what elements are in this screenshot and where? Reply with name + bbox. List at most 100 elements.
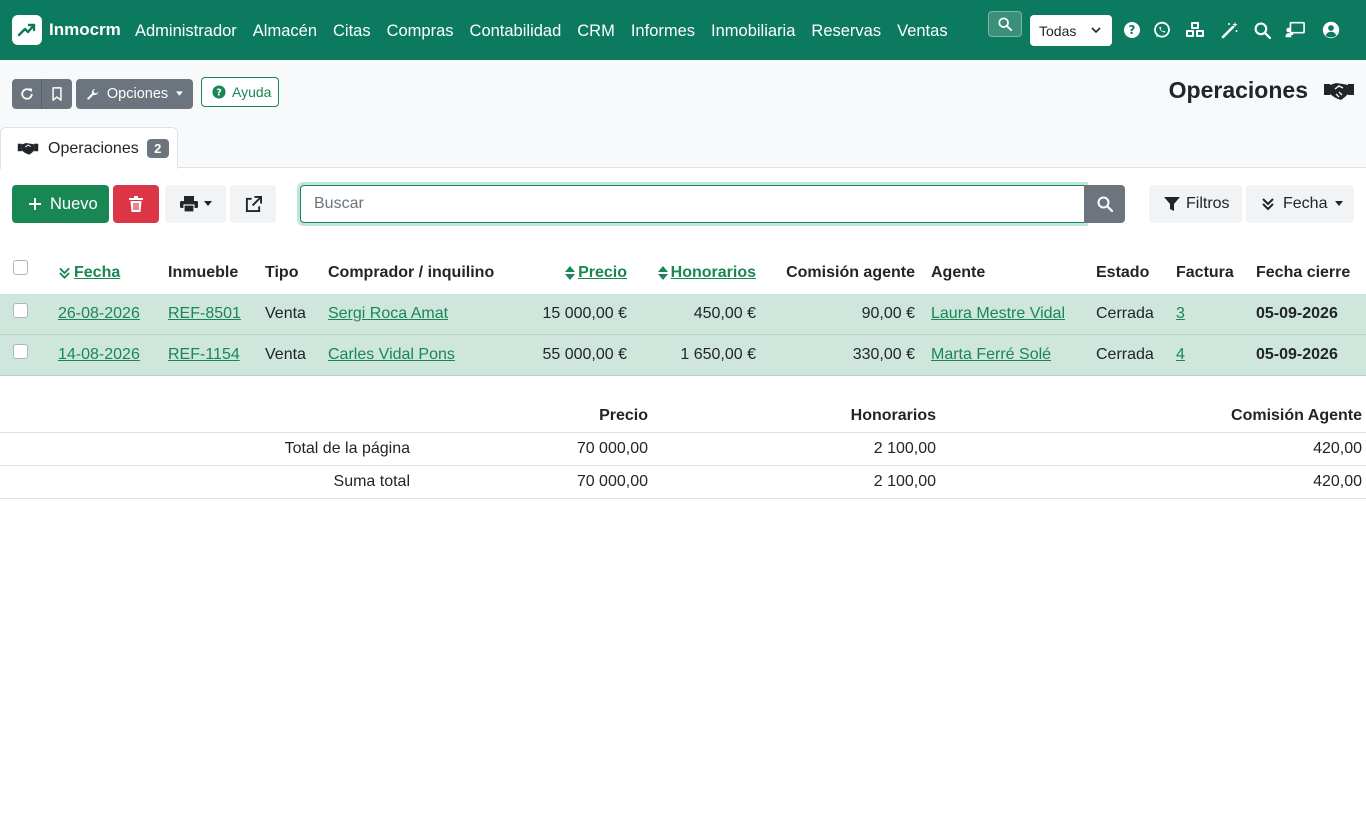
cell-comision: 90,00 € bbox=[861, 305, 915, 322]
totals-page-honorarios: 2 100,00 bbox=[873, 440, 936, 457]
cell-factura-link[interactable]: 4 bbox=[1176, 346, 1185, 364]
options-label: Opciones bbox=[106, 86, 169, 102]
totals-table: Precio Honorarios Comisión Agente Total … bbox=[0, 399, 1366, 499]
column-header-agente: Agente bbox=[931, 264, 986, 281]
handshake-icon bbox=[17, 143, 39, 155]
sort-icon bbox=[565, 266, 576, 280]
filters-label: Filtros bbox=[1186, 195, 1230, 212]
caret-down-icon bbox=[203, 201, 212, 206]
main-menu: Administrador Almacén Citas Compras Cont… bbox=[127, 22, 956, 41]
reload-icon bbox=[20, 88, 33, 100]
search-icon[interactable] bbox=[1252, 20, 1272, 40]
totals-header: Precio Honorarios Comisión Agente bbox=[0, 399, 1366, 433]
totals-header-honorarios: Honorarios bbox=[850, 406, 936, 424]
whatsapp-icon[interactable] bbox=[1152, 20, 1172, 40]
svg-text:?: ? bbox=[216, 88, 222, 99]
totals-grand-comision: 420,00 bbox=[1313, 473, 1362, 490]
reload-button[interactable] bbox=[12, 79, 42, 109]
menu-item-almacen[interactable]: Almacén bbox=[245, 22, 325, 41]
page-title: Operaciones bbox=[1168, 77, 1308, 103]
cell-estado: Cerrada bbox=[1096, 305, 1154, 322]
open-external-button[interactable] bbox=[230, 185, 276, 223]
cell-precio: 55 000,00 € bbox=[542, 346, 627, 363]
cell-inmueble-link[interactable]: REF-8501 bbox=[168, 305, 241, 323]
menu-item-crm[interactable]: CRM bbox=[569, 22, 623, 41]
menu-item-contabilidad[interactable]: Contabilidad bbox=[462, 22, 570, 41]
cell-tipo: Venta bbox=[265, 346, 306, 363]
trash-icon bbox=[129, 196, 143, 212]
column-header-precio[interactable]: Precio bbox=[520, 252, 627, 294]
cell-fecha-cierre: 05-09-2026 bbox=[1256, 305, 1338, 322]
column-header-tipo: Tipo bbox=[265, 264, 299, 281]
cell-comprador-link[interactable]: Sergi Roca Amat bbox=[328, 305, 448, 323]
totals-page-precio: 70 000,00 bbox=[576, 440, 648, 457]
caret-down-icon bbox=[176, 91, 183, 96]
cell-factura-link[interactable]: 3 bbox=[1176, 305, 1185, 323]
navbar-search-button[interactable] bbox=[988, 11, 1022, 37]
column-header-fecha-cierre: Fecha cierre bbox=[1256, 264, 1351, 281]
angles-down-icon bbox=[58, 266, 71, 280]
menu-item-informes[interactable]: Informes bbox=[623, 22, 703, 41]
company-select[interactable]: Todas bbox=[1030, 15, 1112, 46]
chalkboard-user-icon[interactable] bbox=[1285, 20, 1305, 40]
menu-item-ventas[interactable]: Ventas bbox=[889, 22, 955, 41]
cell-comprador-link[interactable]: Carles Vidal Pons bbox=[328, 346, 455, 364]
company-select-value: Todas bbox=[1039, 22, 1077, 39]
print-button[interactable] bbox=[165, 185, 226, 223]
page-header: Opciones ? Ayuda Operaciones Operaciones… bbox=[0, 60, 1366, 169]
search-icon bbox=[1097, 196, 1113, 212]
totals-header-comision: Comisión Agente bbox=[1231, 406, 1362, 424]
row-checkbox[interactable] bbox=[13, 331, 28, 371]
sort-button[interactable]: Fecha bbox=[1246, 185, 1354, 223]
filter-icon bbox=[1164, 197, 1180, 211]
chevron-down-icon bbox=[1091, 27, 1101, 34]
new-button[interactable]: Nuevo bbox=[12, 185, 109, 223]
user-circle-icon[interactable] bbox=[1321, 20, 1341, 40]
filters-button[interactable]: Filtros bbox=[1149, 185, 1242, 223]
tab-operaciones[interactable]: Operaciones 2 bbox=[0, 127, 178, 169]
menu-item-reservas[interactable]: Reservas bbox=[803, 22, 889, 41]
bookmark-button[interactable] bbox=[42, 79, 72, 109]
menu-item-administrador[interactable]: Administrador bbox=[127, 22, 245, 41]
search-submit-button[interactable] bbox=[1084, 185, 1125, 223]
column-header-honorarios[interactable]: Honorarios bbox=[640, 252, 756, 294]
column-header-estado: Estado bbox=[1096, 264, 1150, 281]
totals-row-page: Total de la página 70 000,00 2 100,00 42… bbox=[0, 433, 1366, 466]
trending-up-icon bbox=[12, 15, 42, 45]
cell-precio: 15 000,00 € bbox=[542, 305, 627, 322]
brand[interactable]: Inmocrm bbox=[12, 15, 121, 45]
top-navbar: Inmocrm Administrador Almacén Citas Comp… bbox=[0, 0, 1366, 60]
column-header-precio-label: Precio bbox=[578, 264, 627, 281]
reload-bookmark-group bbox=[12, 79, 72, 109]
cubes-icon[interactable] bbox=[1185, 20, 1205, 40]
plus-icon bbox=[29, 198, 41, 210]
select-all-checkbox[interactable] bbox=[13, 246, 28, 288]
caret-down-icon bbox=[1335, 201, 1344, 206]
delete-button[interactable] bbox=[113, 185, 159, 223]
new-label: Nuevo bbox=[50, 194, 98, 213]
search-input[interactable] bbox=[300, 185, 1085, 223]
angles-down-icon bbox=[1262, 198, 1274, 211]
cell-inmueble-link[interactable]: REF-1154 bbox=[168, 346, 240, 364]
menu-item-inmobiliaria[interactable]: Inmobiliaria bbox=[703, 22, 803, 41]
column-header-fecha[interactable]: Fecha bbox=[58, 252, 120, 294]
cell-agente-link[interactable]: Marta Ferré Solé bbox=[931, 346, 1051, 364]
totals-grand-label: Suma total bbox=[333, 473, 410, 490]
magic-wand-icon[interactable] bbox=[1220, 20, 1240, 40]
question-circle-icon: ? bbox=[212, 85, 226, 99]
table-row[interactable]: 14-08-2026 REF-1154 Venta Carles Vidal P… bbox=[0, 335, 1366, 376]
wrench-icon bbox=[87, 88, 99, 100]
cell-fecha-link[interactable]: 26-08-2026 bbox=[58, 305, 140, 323]
menu-item-citas[interactable]: Citas bbox=[325, 22, 379, 41]
table-row[interactable]: 26-08-2026 REF-8501 Venta Sergi Roca Ama… bbox=[0, 294, 1366, 335]
column-header-honorarios-label: Honorarios bbox=[670, 264, 756, 281]
question-circle-icon[interactable]: ? bbox=[1122, 20, 1142, 40]
cell-fecha-link[interactable]: 14-08-2026 bbox=[58, 346, 140, 364]
help-button[interactable]: ? Ayuda bbox=[201, 77, 279, 107]
cell-agente-link[interactable]: Laura Mestre Vidal bbox=[931, 305, 1065, 323]
column-header-comprador: Comprador / inquilino bbox=[328, 264, 495, 281]
menu-item-compras[interactable]: Compras bbox=[379, 22, 462, 41]
row-checkbox[interactable] bbox=[13, 290, 28, 330]
options-button[interactable]: Opciones bbox=[76, 79, 193, 109]
totals-page-comision: 420,00 bbox=[1313, 440, 1362, 457]
